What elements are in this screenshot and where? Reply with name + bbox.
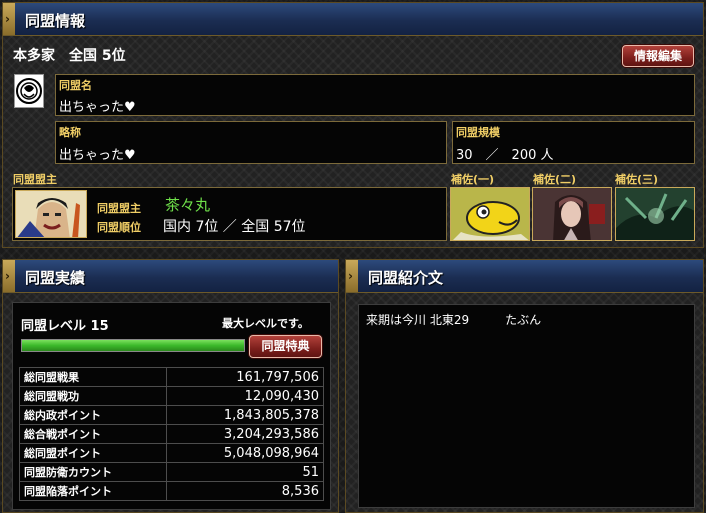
achievements-table: 総同盟戦果 161,797,506 総同盟戦功 12,090,430 総内政ポイント 1,… [19,367,324,501]
introduction-panel: › 同盟紹介文 来期は今川 北東29 たぶん [345,259,704,513]
stats-row: 総合戦ポイント 3,204,293,586 [19,424,324,444]
stats-row: 総同盟ポイント 5,048,098,964 [19,443,324,463]
stats-row-value: 5,048,098,964 [166,443,324,463]
stats-row-value: 3,204,293,586 [166,424,324,444]
level-progress-bar [21,339,245,352]
stats-row-value: 8,536 [166,481,324,501]
stats-row: 同盟防衛カウント 51 [19,462,324,482]
alliance-info-panel: › 同盟情報 本多家 全国 5位 情報編集 同盟名 出ちゃった♥ 略称 出ちゃっ… [2,2,704,248]
introduction-title: 同盟紹介文 [368,269,444,287]
leader-section-label: 同盟盟主 [13,173,57,186]
achievements-panel: › 同盟実績 同盟レベル 15 最大レベルです。 同盟特典 総同盟戦果 161,7… [2,259,339,513]
rank-value: 国内 7位 ／ 全国 57位 [163,219,306,235]
assistant-2-portrait[interactable] [532,187,612,241]
alliance-abbr-field: 略称 出ちゃった♥ [55,121,447,164]
introduction-text: 来期は今川 北東29 たぶん [366,313,542,327]
stats-row-label: 総内政ポイント [19,405,167,425]
section-chevron-icon: › [3,3,15,35]
stats-row: 総同盟戦果 161,797,506 [19,367,324,387]
stats-row-label: 同盟陥落ポイント [19,481,167,501]
achievements-header: › 同盟実績 [3,260,338,293]
assistant-3-portrait[interactable] [615,187,695,241]
assistant-3-label: 補佐(三) [615,173,659,186]
stats-row: 総内政ポイント 1,843,805,378 [19,405,324,425]
assistant-1-label: 補佐(一) [451,173,495,186]
max-level-text: 最大レベルです。 [222,317,309,330]
level-progress-fill [22,340,244,351]
stats-row-value: 161,797,506 [166,367,324,387]
achievements-title: 同盟実績 [25,269,86,287]
alliance-scale-label: 同盟規模 [456,126,500,139]
stats-row-label: 同盟防衛カウント [19,462,167,482]
leader-box: 同盟盟主 同盟順位 茶々丸 国内 7位 ／ 全国 57位 [12,187,447,241]
alliance-name-field: 同盟名 出ちゃった♥ [55,74,695,116]
stats-row-label: 総同盟ポイント [19,443,167,463]
leader-label: 同盟盟主 [97,202,141,215]
alliance-name-label: 同盟名 [59,79,92,92]
alliance-info-title: 同盟情報 [25,12,86,30]
assistant-2-label: 補佐(二) [533,173,577,186]
achievements-inner: 同盟レベル 15 最大レベルです。 同盟特典 総同盟戦果 161,797,506 総… [12,302,331,510]
edit-info-button[interactable]: 情報編集 [622,45,694,67]
assistant-1-portrait[interactable] [450,187,530,241]
section-chevron-icon: › [346,260,358,292]
stats-row-label: 総合戦ポイント [19,424,167,444]
alliance-name-value: 出ちゃった♥ [59,100,136,115]
house-rank: 本多家 全国 5位 [13,48,126,64]
leader-name-link[interactable]: 茶々丸 [165,194,210,215]
family-crest-icon [14,74,44,108]
rank-label: 同盟順位 [97,221,141,234]
alliance-scale-value: 30 ／ 200 人 [456,148,554,163]
leader-portrait[interactable] [15,190,87,238]
alliance-info-header: › 同盟情報 [3,3,703,36]
introduction-box: 来期は今川 北東29 たぶん [358,304,695,508]
alliance-abbr-value: 出ちゃった♥ [59,148,136,163]
stats-row: 総同盟戦功 12,090,430 [19,386,324,406]
section-chevron-icon: › [3,260,15,292]
stats-row: 同盟陥落ポイント 8,536 [19,481,324,501]
stats-row-value: 12,090,430 [166,386,324,406]
alliance-scale-field: 同盟規模 30 ／ 200 人 [452,121,695,164]
stats-row-label: 総同盟戦功 [19,386,167,406]
stats-row-value: 51 [166,462,324,482]
stats-row-label: 総同盟戦果 [19,367,167,387]
alliance-abbr-label: 略称 [59,126,81,139]
perks-button[interactable]: 同盟特典 [249,335,322,358]
introduction-header: › 同盟紹介文 [346,260,703,293]
stats-row-value: 1,843,805,378 [166,405,324,425]
level-text: 同盟レベル 15 [21,319,109,334]
